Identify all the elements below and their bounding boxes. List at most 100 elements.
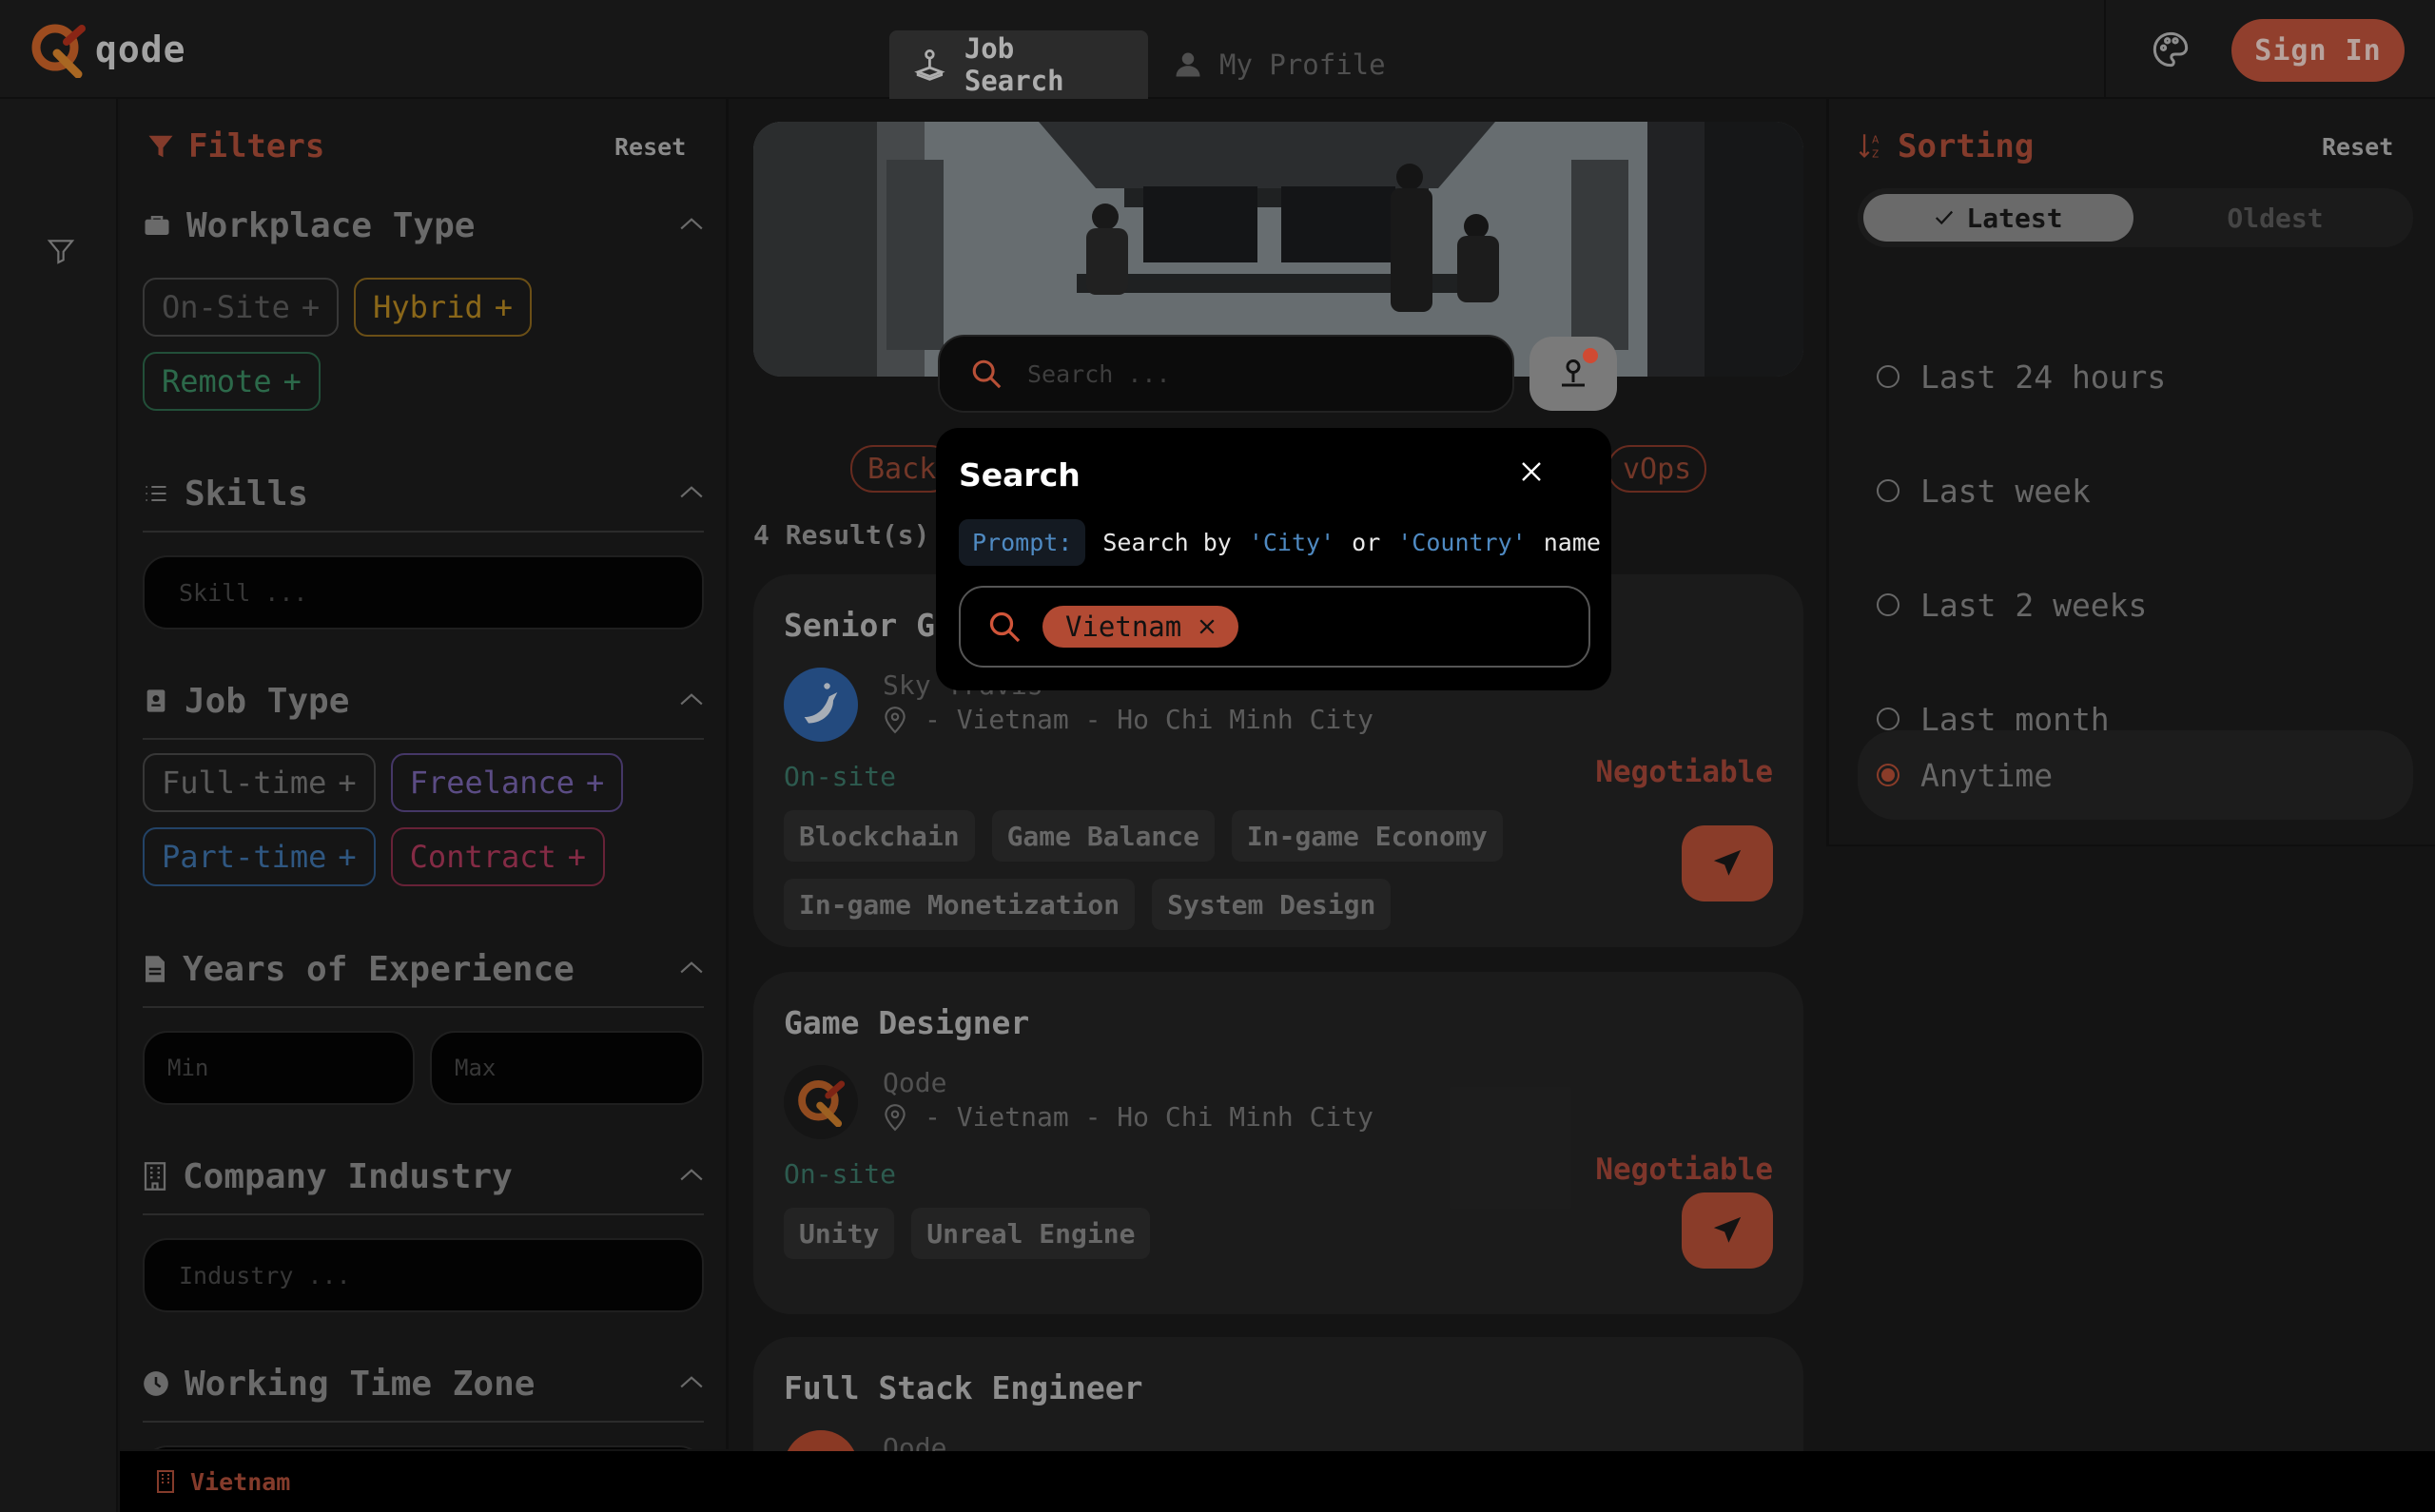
timezone-header[interactable]: Working Time Zone bbox=[143, 1360, 704, 1407]
job-title: Full Stack Engineer bbox=[784, 1369, 1143, 1406]
funnel-icon bbox=[148, 135, 173, 158]
results-area: 4 Result(s) Back vOps Senior Ga Sky Trav… bbox=[730, 99, 1824, 1512]
tab-job-search[interactable]: Job Search bbox=[889, 30, 1148, 99]
sorting-title: Sorting bbox=[1898, 127, 2035, 165]
location-search-modal: Search Prompt: Search by 'City' or 'Coun… bbox=[936, 428, 1611, 690]
prompt-city: 'City' bbox=[1248, 529, 1335, 556]
selected-location-label: Vietnam bbox=[190, 1467, 291, 1496]
top-bar: qode Job Search My Profile Sign In bbox=[0, 0, 2435, 99]
close-icon[interactable] bbox=[1520, 460, 1543, 483]
joystick-icon bbox=[914, 49, 945, 81]
apply-button[interactable] bbox=[1682, 1192, 1773, 1269]
period-label: Last week bbox=[1920, 472, 2091, 510]
category-chip-devops[interactable]: vOps bbox=[1607, 445, 1707, 493]
location-pin-icon bbox=[885, 706, 906, 733]
industry-header[interactable]: Company Industry bbox=[143, 1153, 704, 1200]
job-card[interactable]: Game Designer Qode - Vietnam - Ho Chi Mi… bbox=[753, 972, 1803, 1314]
radio-button bbox=[1877, 479, 1899, 502]
location-tag[interactable]: Vietnam bbox=[1042, 606, 1239, 648]
filter-icon[interactable] bbox=[46, 234, 76, 268]
plus-icon: + bbox=[338, 765, 357, 801]
section-title: Working Time Zone bbox=[185, 1364, 536, 1404]
workplace-type-section: Workplace Type On-Site + Hybrid + Remote + bbox=[143, 202, 704, 533]
chevron-up-icon[interactable] bbox=[679, 1373, 704, 1390]
skills-section: Skills Skill ... bbox=[143, 470, 704, 740]
prompt-badge: Prompt: bbox=[959, 519, 1086, 566]
left-rail bbox=[0, 99, 118, 1512]
location-search-input[interactable]: Vietnam bbox=[959, 586, 1590, 668]
company-logo bbox=[784, 668, 858, 742]
plus-icon: + bbox=[494, 289, 513, 325]
bird-logo-icon bbox=[804, 683, 838, 724]
skill-tag: Blockchain bbox=[784, 810, 975, 862]
chip-contract[interactable]: Contract + bbox=[390, 827, 606, 886]
period-option-selected[interactable]: Anytime bbox=[1858, 730, 2413, 820]
salary-label: Negotiable bbox=[1595, 1153, 1773, 1187]
search-input[interactable]: Search ... bbox=[938, 335, 1514, 413]
plus-icon: + bbox=[567, 839, 587, 875]
apply-button[interactable] bbox=[1682, 825, 1773, 901]
period-option[interactable]: Last 24 hours bbox=[1858, 333, 2413, 420]
skills-header[interactable]: Skills bbox=[143, 470, 704, 517]
filters-panel: Filters Reset Workplace Type On-Site + Hy… bbox=[120, 99, 729, 1449]
chevron-up-icon[interactable] bbox=[679, 959, 704, 976]
job-title: Senior Ga bbox=[784, 607, 954, 644]
briefcase-icon bbox=[145, 216, 169, 235]
location-pin-icon bbox=[885, 1103, 906, 1131]
chevron-up-icon[interactable] bbox=[679, 1166, 704, 1183]
sorting-reset-button[interactable]: Reset bbox=[2322, 133, 2393, 161]
chip-label: Remote bbox=[162, 363, 272, 399]
chip-hybrid[interactable]: Hybrid + bbox=[354, 278, 532, 337]
modal-prompt: Prompt: Search by 'City' or 'Country' na… bbox=[959, 519, 1601, 566]
clock-icon bbox=[144, 1371, 168, 1396]
location-search-button[interactable] bbox=[1529, 337, 1617, 411]
sort-latest-label: Latest bbox=[1966, 202, 2063, 234]
chevron-up-icon[interactable] bbox=[679, 215, 704, 232]
period-label: Last 24 hours bbox=[1920, 358, 2167, 396]
remove-tag-icon[interactable] bbox=[1198, 618, 1216, 635]
search-placeholder: Search ... bbox=[1027, 359, 1171, 388]
sorting-panel: AZ Sorting Reset Latest Oldest Last 24 h… bbox=[1826, 99, 2435, 846]
chip-remote[interactable]: Remote + bbox=[143, 352, 321, 411]
logo[interactable]: qode bbox=[29, 21, 186, 78]
sort-latest-button[interactable]: Latest bbox=[1863, 194, 2133, 242]
chip-freelance[interactable]: Freelance + bbox=[390, 753, 624, 812]
plus-icon: + bbox=[282, 363, 302, 399]
industry-input[interactable]: Industry ... bbox=[143, 1238, 704, 1312]
period-option[interactable]: Last 2 weeks bbox=[1858, 561, 2413, 649]
tab-label: My Profile bbox=[1219, 48, 1386, 81]
skill-tag: In-game Monetization bbox=[784, 879, 1136, 930]
salary-label: Negotiable bbox=[1595, 755, 1773, 789]
skill-input[interactable]: Skill ... bbox=[143, 555, 704, 630]
sort-oldest-button[interactable]: Oldest bbox=[2143, 194, 2407, 242]
svg-text:A: A bbox=[1872, 135, 1880, 146]
timezone-input[interactable] bbox=[143, 1445, 704, 1449]
experience-min-input[interactable]: Min bbox=[143, 1031, 415, 1105]
company-name: Qode bbox=[883, 1067, 947, 1098]
filters-header: Filters bbox=[146, 127, 324, 165]
job-type-header[interactable]: Job Type bbox=[143, 677, 704, 725]
workplace-type-header[interactable]: Workplace Type bbox=[143, 202, 704, 249]
experience-max-input[interactable]: Max bbox=[430, 1031, 704, 1105]
chip-full-time[interactable]: Full-time + bbox=[143, 753, 376, 812]
sign-in-button[interactable]: Sign In bbox=[2231, 19, 2405, 82]
company-logo bbox=[784, 1065, 858, 1139]
period-option[interactable]: Last week bbox=[1858, 447, 2413, 534]
theme-palette-button[interactable] bbox=[2152, 30, 2190, 68]
job-title: Game Designer bbox=[784, 1004, 1030, 1041]
chip-label: Full-time bbox=[162, 765, 327, 801]
chip-part-time[interactable]: Part-time + bbox=[143, 827, 376, 886]
chevron-up-icon[interactable] bbox=[679, 483, 704, 500]
id-badge-icon bbox=[146, 689, 166, 712]
chip-on-site[interactable]: On-Site + bbox=[143, 278, 340, 337]
chevron-up-icon[interactable] bbox=[679, 690, 704, 708]
sort-order-toggle: Latest Oldest bbox=[1858, 188, 2413, 247]
tab-my-profile[interactable]: My Profile bbox=[1151, 30, 1409, 99]
location-text: - Vietnam - Ho Chi Minh City bbox=[925, 704, 1374, 735]
chip-label: Contract bbox=[409, 839, 556, 875]
filters-reset-button[interactable]: Reset bbox=[614, 133, 686, 161]
experience-header[interactable]: Years of Experience bbox=[143, 945, 704, 993]
chip-label: On-Site bbox=[162, 289, 290, 325]
job-type-section: Job Type Full-time + Freelance + Part-time… bbox=[143, 677, 704, 1008]
period-label: Last 2 weeks bbox=[1920, 586, 2148, 624]
